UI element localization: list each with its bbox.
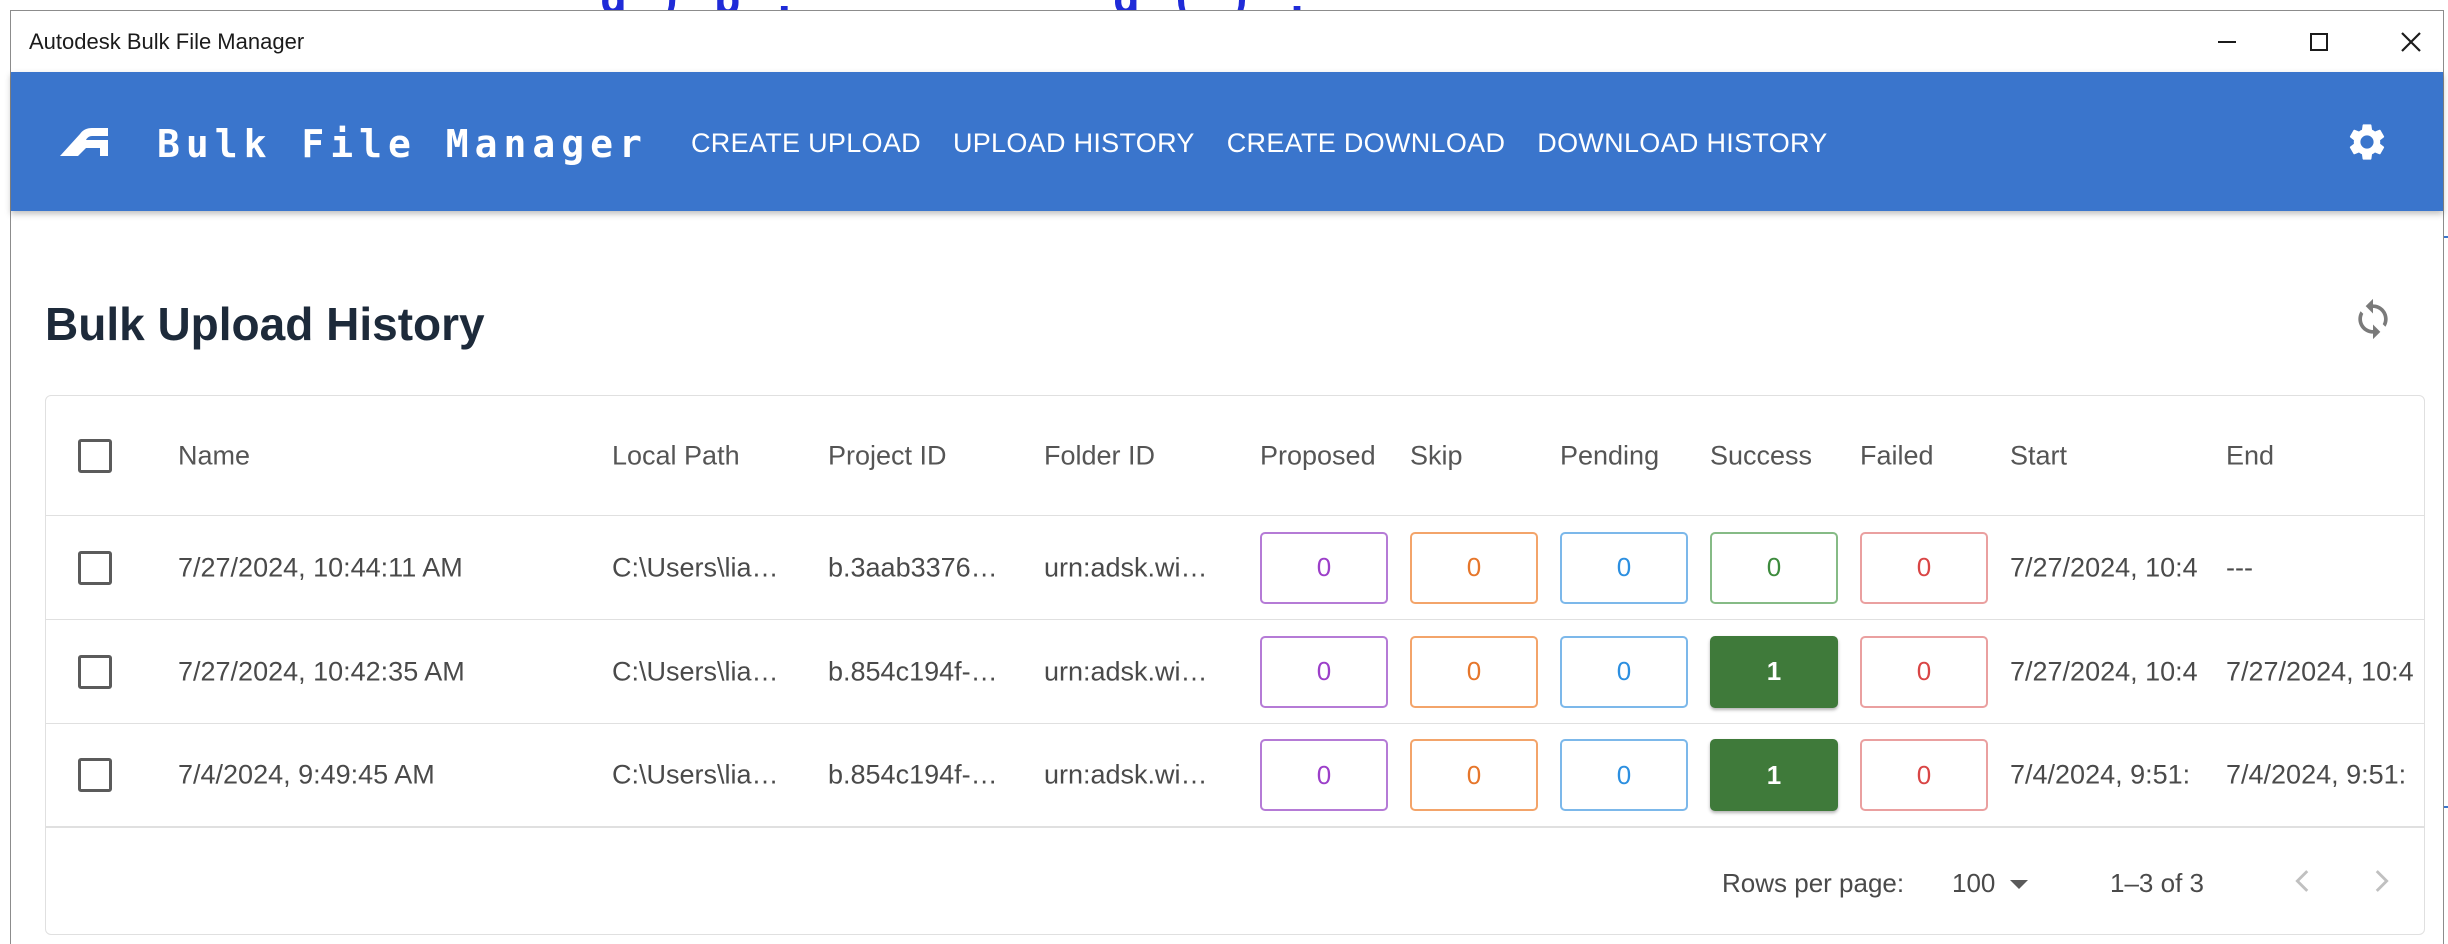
cell-name: 7/27/2024, 10:44:11 AM	[178, 552, 463, 582]
column-header-local-path[interactable]: Local Path	[612, 440, 792, 471]
column-header-proposed[interactable]: Proposed	[1260, 440, 1376, 471]
autodesk-logo-icon	[60, 128, 108, 156]
proposed-count-chip[interactable]: 0	[1260, 739, 1388, 811]
main-nav: CREATE UPLOAD UPLOAD HISTORY CREATE DOWN…	[691, 128, 1860, 159]
background-edge-mark	[2444, 236, 2448, 238]
background-edge-mark	[2444, 806, 2448, 808]
cell-name: 7/27/2024, 10:42:35 AM	[178, 656, 465, 686]
cell-project-id: b.3aab3376…	[828, 552, 998, 582]
rows-per-page-select[interactable]: 100	[1952, 868, 1995, 899]
pending-count-chip[interactable]: 0	[1560, 739, 1688, 811]
failed-count-chip[interactable]: 0	[1860, 635, 1988, 708]
failed-count-chip[interactable]: 0	[1860, 531, 1988, 604]
proposed-count-chip[interactable]: 0	[1260, 635, 1388, 708]
minimize-icon	[2218, 40, 2236, 43]
minimize-button[interactable]	[2181, 11, 2273, 72]
cell-start: 7/4/2024, 9:51:	[2010, 759, 2191, 790]
column-header-name[interactable]: Name	[178, 440, 578, 471]
success-count-chip[interactable]: 1	[1710, 635, 1838, 708]
cell-folder-id: urn:adsk.wi…	[1044, 656, 1208, 686]
skip-count-chip[interactable]: 0	[1410, 531, 1538, 604]
column-header-success[interactable]: Success	[1710, 440, 1812, 471]
cell-project-id: b.854c194f-…	[828, 656, 998, 686]
chevron-left-icon[interactable]	[2286, 864, 2320, 898]
cell-end: 7/4/2024, 9:51:	[2226, 759, 2407, 790]
upload-history-table: Name Local Path Project ID Folder ID Pro…	[45, 395, 2425, 935]
success-count-chip[interactable]: 1	[1710, 739, 1838, 811]
column-header-start[interactable]: Start	[2010, 440, 2210, 471]
skip-count-chip[interactable]: 0	[1410, 739, 1538, 811]
pagination-range: 1–3 of 3	[2110, 868, 2204, 898]
table-row[interactable]: 7/27/2024, 10:44:11 AM C:\Users\lia… b.3…	[46, 516, 2424, 620]
failed-count-chip[interactable]: 0	[1860, 739, 1988, 811]
app-window: Autodesk Bulk File Manager Bulk File Man…	[10, 10, 2444, 944]
maximize-icon	[2310, 32, 2328, 51]
dropdown-caret-icon[interactable]	[2010, 880, 2028, 889]
cell-folder-id: urn:adsk.wi…	[1044, 759, 1208, 790]
row-checkbox[interactable]	[78, 550, 112, 585]
title-bar: Autodesk Bulk File Manager	[11, 11, 2443, 72]
cell-name: 7/4/2024, 9:49:45 AM	[178, 759, 435, 790]
cell-folder-id: urn:adsk.wi…	[1044, 552, 1208, 582]
close-icon	[2401, 31, 2421, 52]
column-header-pending[interactable]: Pending	[1560, 440, 1659, 471]
cell-end: 7/27/2024, 10:4	[2226, 656, 2414, 686]
refresh-icon[interactable]	[2351, 295, 2395, 343]
table-header-row: Name Local Path Project ID Folder ID Pro…	[46, 396, 2424, 516]
maximize-button[interactable]	[2273, 11, 2365, 72]
cell-start: 7/27/2024, 10:4	[2010, 656, 2198, 686]
chevron-right-icon[interactable]	[2364, 864, 2398, 898]
cell-local-path: C:\Users\lia…	[612, 759, 779, 790]
table-pagination: Rows per page: 100 1–3 of 3	[46, 828, 2424, 934]
nav-download-history[interactable]: DOWNLOAD HISTORY	[1537, 128, 1827, 159]
window-title: Autodesk Bulk File Manager	[29, 29, 305, 54]
pending-count-chip[interactable]: 0	[1560, 531, 1688, 604]
proposed-count-chip[interactable]: 0	[1260, 531, 1388, 604]
nav-upload-history[interactable]: UPLOAD HISTORY	[953, 128, 1195, 159]
column-header-project-id[interactable]: Project ID	[828, 440, 1008, 471]
nav-create-upload[interactable]: CREATE UPLOAD	[691, 128, 921, 159]
app-brand: Bulk File Manager	[157, 122, 648, 166]
column-header-skip[interactable]: Skip	[1410, 440, 1463, 471]
row-checkbox[interactable]	[78, 758, 112, 792]
cell-local-path: C:\Users\lia…	[612, 656, 779, 686]
select-all-checkbox[interactable]	[78, 438, 112, 473]
cell-project-id: b.854c194f-…	[828, 759, 998, 790]
table-row[interactable]: 7/27/2024, 10:42:35 AM C:\Users\lia… b.8…	[46, 620, 2424, 724]
row-checkbox[interactable]	[78, 654, 112, 689]
column-header-failed[interactable]: Failed	[1860, 440, 1934, 471]
skip-count-chip[interactable]: 0	[1410, 635, 1538, 708]
app-bar: Bulk File Manager CREATE UPLOAD UPLOAD H…	[11, 72, 2443, 211]
cell-start: 7/27/2024, 10:4	[2010, 552, 2198, 582]
cell-end: ---	[2226, 552, 2253, 582]
gear-icon[interactable]	[2345, 120, 2389, 164]
table-row[interactable]: 7/4/2024, 9:49:45 AM C:\Users\lia… b.854…	[46, 724, 2424, 828]
cell-local-path: C:\Users\lia…	[612, 552, 779, 582]
column-header-folder-id[interactable]: Folder ID	[1044, 440, 1224, 471]
success-count-chip[interactable]: 0	[1710, 531, 1838, 604]
page-title: Bulk Upload History	[45, 298, 485, 350]
close-button[interactable]	[2365, 11, 2448, 72]
rows-per-page-label: Rows per page:	[1722, 868, 1905, 898]
column-header-end[interactable]: End	[2226, 440, 2424, 471]
pending-count-chip[interactable]: 0	[1560, 635, 1688, 708]
nav-create-download[interactable]: CREATE DOWNLOAD	[1227, 128, 1506, 159]
